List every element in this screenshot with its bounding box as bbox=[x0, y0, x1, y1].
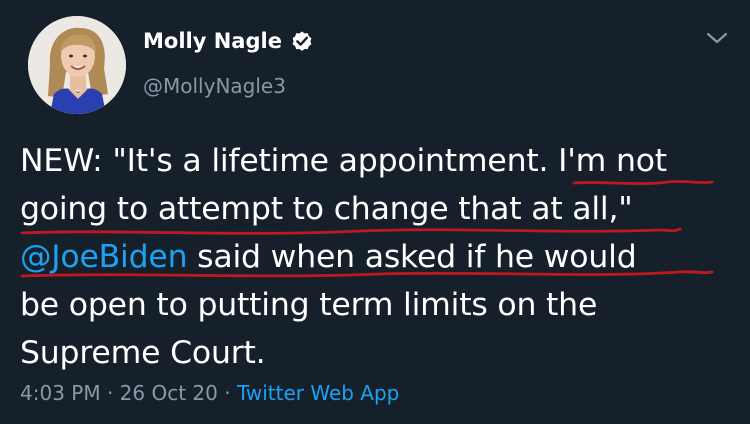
meta-separator: · bbox=[100, 381, 120, 405]
verified-badge-icon bbox=[290, 29, 314, 53]
tweet-text-line: going to attempt to change that at all," bbox=[20, 191, 633, 227]
meta-separator: · bbox=[217, 381, 237, 405]
tweet-card: Molly Nagle @MollyNagle3 NEW: "It's a li… bbox=[0, 0, 750, 424]
tweet-text: NEW: "It's a lifetime appointment. I'm n… bbox=[20, 137, 730, 377]
tweet-text-line: @JoeBiden said when asked if he would bbox=[20, 233, 730, 281]
mention-link[interactable]: @JoeBiden bbox=[20, 239, 188, 275]
author-handle[interactable]: @MollyNagle3 bbox=[143, 74, 286, 98]
author-name-row[interactable]: Molly Nagle bbox=[143, 26, 314, 56]
author-display-name[interactable]: Molly Nagle bbox=[143, 29, 282, 53]
tweet-text-line: be open to putting term limits on the bbox=[20, 287, 598, 323]
avatar[interactable] bbox=[28, 16, 126, 114]
avatar-photo bbox=[28, 16, 126, 114]
tweet-text-fragment: said when asked if he would bbox=[187, 239, 637, 275]
tweet-time[interactable]: 4:03 PM bbox=[20, 381, 101, 405]
tweet-text-line: NEW: "It's a lifetime appointment. I'm n… bbox=[20, 143, 667, 179]
chevron-down-icon[interactable] bbox=[706, 30, 728, 44]
tweet-text-line: Supreme Court. bbox=[20, 335, 266, 371]
tweet-meta: 4:03 PM · 26 Oct 20 · Twitter Web App bbox=[20, 381, 399, 405]
tweet-source-link[interactable]: Twitter Web App bbox=[237, 381, 399, 405]
tweet-date[interactable]: 26 Oct 20 bbox=[120, 381, 218, 405]
